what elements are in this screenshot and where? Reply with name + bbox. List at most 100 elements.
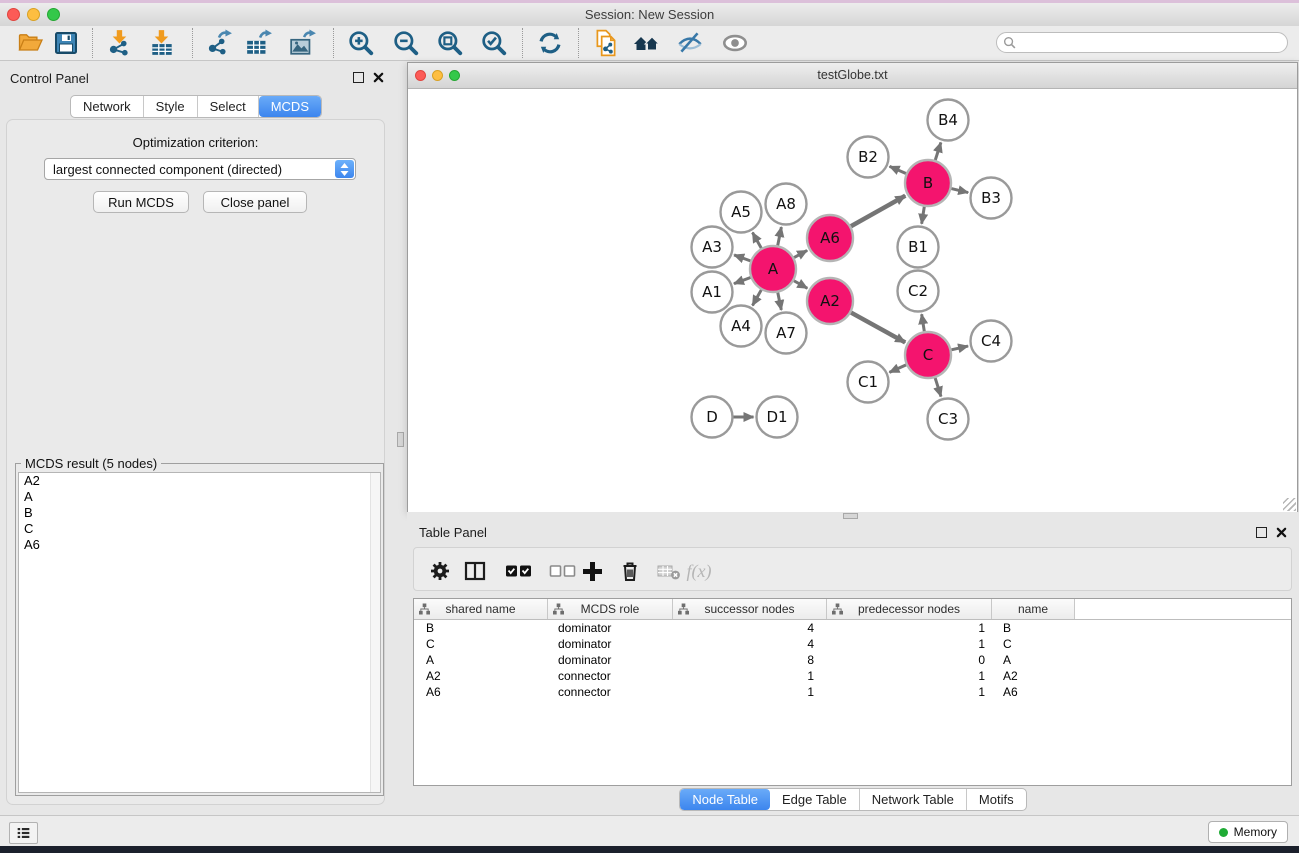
table-tab-motifs[interactable]: Motifs — [967, 789, 1026, 810]
close-panel-icon[interactable] — [373, 72, 384, 83]
graph-edge-B-B3[interactable] — [951, 189, 968, 193]
table-cell[interactable]: A6 — [414, 685, 548, 699]
graph-node-D[interactable]: D — [692, 397, 733, 438]
graph-node-A7[interactable]: A7 — [766, 313, 807, 354]
column-header-MCDS-role[interactable]: MCDS role — [548, 599, 673, 619]
split-divider-vertical[interactable] — [392, 61, 407, 815]
graph-node-B2[interactable]: B2 — [848, 137, 889, 178]
tab-network[interactable]: Network — [71, 96, 144, 117]
zoom-out-icon[interactable] — [390, 29, 422, 57]
table-cell[interactable]: 4 — [673, 637, 827, 651]
refresh-layout-icon[interactable] — [534, 29, 566, 57]
close-panel-icon[interactable] — [1276, 527, 1287, 538]
table-cell[interactable]: connector — [548, 669, 673, 683]
mcds-result-item[interactable]: A2 — [19, 473, 380, 489]
graph-edge-C-C4[interactable] — [951, 346, 968, 350]
graph-edge-A-A2[interactable] — [794, 281, 807, 289]
column-header-shared-name[interactable]: shared name — [414, 599, 548, 619]
table-cell[interactable]: B — [414, 621, 548, 635]
table-row[interactable]: A2connector11A2 — [414, 668, 1291, 684]
graph-node-A1[interactable]: A1 — [692, 272, 733, 313]
delete-table-icon[interactable] — [656, 558, 682, 584]
graph-edge-A-A4[interactable] — [753, 290, 762, 306]
table-cell[interactable]: 1 — [827, 685, 992, 699]
delete-column-icon[interactable] — [617, 558, 643, 584]
open-session-icon[interactable] — [14, 29, 46, 57]
tab-select[interactable]: Select — [198, 96, 259, 117]
graph-node-C4[interactable]: C4 — [971, 321, 1012, 362]
table-cell[interactable]: B — [992, 621, 1075, 635]
zoom-in-icon[interactable] — [345, 29, 377, 57]
graph-node-C1[interactable]: C1 — [848, 362, 889, 403]
table-cell[interactable]: 4 — [673, 621, 827, 635]
double-home-icon[interactable] — [631, 29, 663, 57]
graph-edge-B-B1[interactable] — [922, 207, 925, 224]
graph-node-C2[interactable]: C2 — [898, 271, 939, 312]
zoom-selected-icon[interactable] — [478, 29, 510, 57]
table-row[interactable]: Bdominator41B — [414, 620, 1291, 636]
table-cell[interactable]: 1 — [673, 685, 827, 699]
graph-edge-B-B4[interactable] — [935, 142, 941, 160]
table-cell[interactable]: A2 — [992, 669, 1075, 683]
graph-edge-C-C3[interactable] — [935, 378, 941, 397]
import-network-icon[interactable] — [104, 29, 136, 57]
graph-edge-A-A8[interactable] — [778, 227, 782, 245]
graph-edge-C-C2[interactable] — [922, 314, 925, 331]
table-row[interactable]: Adominator80A — [414, 652, 1291, 668]
select-all-icon[interactable] — [504, 558, 534, 584]
graph-node-B4[interactable]: B4 — [928, 100, 969, 141]
graph-node-A8[interactable]: A8 — [766, 184, 807, 225]
float-panel-icon[interactable] — [1256, 527, 1267, 538]
table-tab-node-table[interactable]: Node Table — [680, 789, 770, 810]
tab-style[interactable]: Style — [144, 96, 198, 117]
graph-node-B1[interactable]: B1 — [898, 227, 939, 268]
graph-edge-B-B2[interactable] — [890, 166, 906, 173]
mcds-result-item[interactable]: A — [19, 489, 380, 505]
zoom-fit-icon[interactable] — [434, 29, 466, 57]
graph-edge-C-C1[interactable] — [889, 365, 906, 373]
split-column-icon[interactable] — [462, 558, 488, 584]
import-table-icon[interactable] — [146, 29, 178, 57]
divider-handle[interactable] — [843, 513, 858, 519]
table-cell[interactable]: 0 — [827, 653, 992, 667]
graph-node-B3[interactable]: B3 — [971, 178, 1012, 219]
graph-node-C[interactable]: C — [905, 332, 951, 378]
node-table[interactable]: shared nameMCDS rolesuccessor nodesprede… — [413, 598, 1292, 786]
graph-node-A3[interactable]: A3 — [692, 227, 733, 268]
export-image-icon[interactable] — [287, 29, 319, 57]
table-tab-network-table[interactable]: Network Table — [860, 789, 967, 810]
close-panel-button[interactable]: Close panel — [203, 191, 307, 213]
run-mcds-button[interactable]: Run MCDS — [93, 191, 189, 213]
table-cell[interactable]: A — [992, 653, 1075, 667]
graph-node-C3[interactable]: C3 — [928, 399, 969, 440]
export-network-icon[interactable] — [203, 29, 235, 57]
table-cell[interactable]: dominator — [548, 637, 673, 651]
mcds-result-item[interactable]: C — [19, 521, 380, 537]
table-cell[interactable]: 1 — [673, 669, 827, 683]
table-cell[interactable]: C — [992, 637, 1075, 651]
graph-node-A6[interactable]: A6 — [807, 215, 853, 261]
scrollbar-track[interactable] — [370, 473, 380, 792]
graph-node-B[interactable]: B — [905, 160, 951, 206]
table-cell[interactable]: dominator — [548, 653, 673, 667]
graph-edge-A-A3[interactable] — [734, 255, 750, 261]
column-header-name[interactable]: name — [992, 599, 1075, 619]
mcds-result-item[interactable]: A6 — [19, 537, 380, 553]
table-row[interactable]: A6connector11A6 — [414, 684, 1291, 700]
table-row[interactable]: Cdominator41C — [414, 636, 1291, 652]
gear-icon[interactable] — [427, 558, 453, 584]
task-history-button[interactable] — [9, 822, 38, 844]
table-cell[interactable]: connector — [548, 685, 673, 699]
export-table-icon[interactable] — [243, 29, 275, 57]
table-cell[interactable]: 1 — [827, 637, 992, 651]
graph-edge-A-A6[interactable] — [794, 250, 807, 257]
graph-node-A5[interactable]: A5 — [721, 192, 762, 233]
network-window-titlebar[interactable]: testGlobe.txt — [408, 63, 1297, 89]
table-cell[interactable]: A6 — [992, 685, 1075, 699]
add-column-icon[interactable] — [579, 558, 605, 584]
table-tab-edge-table[interactable]: Edge Table — [770, 789, 860, 810]
graph-edge-A-A7[interactable] — [778, 293, 782, 310]
graph-node-A4[interactable]: A4 — [721, 306, 762, 347]
eye-slash-icon[interactable] — [674, 29, 706, 57]
mcds-result-item[interactable]: B — [19, 505, 380, 521]
